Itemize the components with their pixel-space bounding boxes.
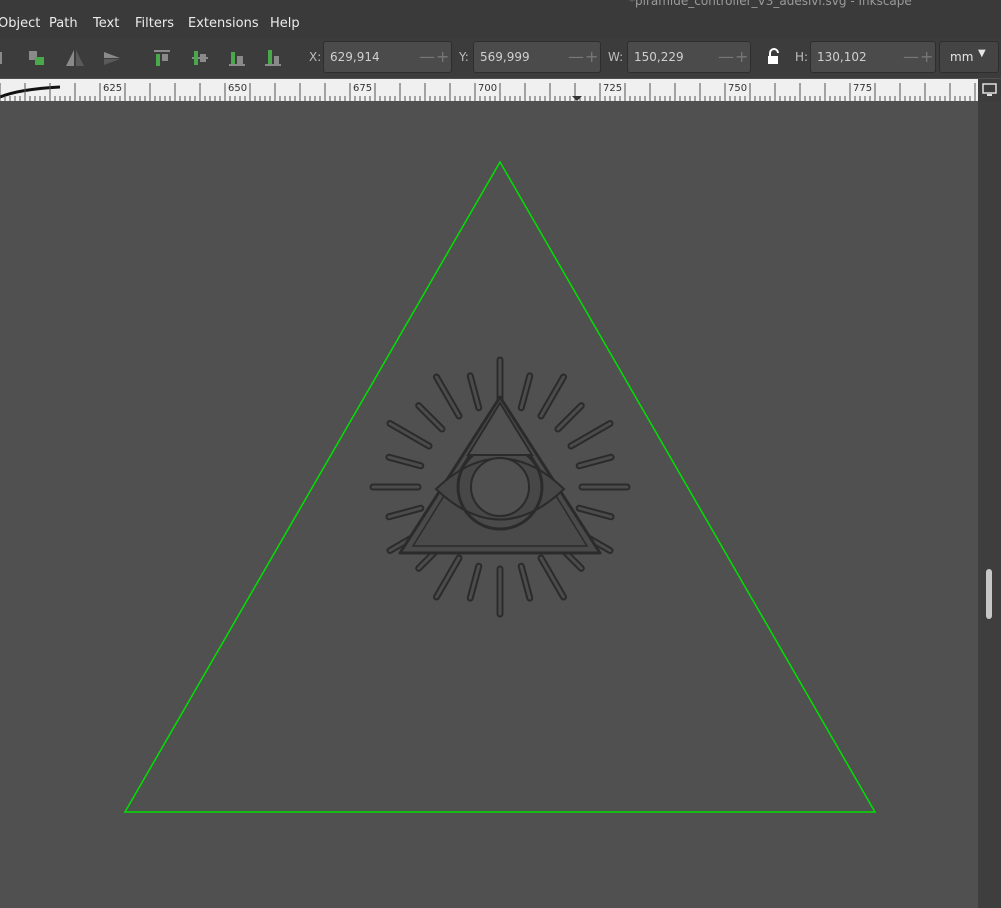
w-increment-icon[interactable]: + xyxy=(735,47,748,67)
w-label: W: xyxy=(608,50,624,64)
x-decrement-icon[interactable]: — xyxy=(419,47,435,67)
flip-vertical-icon[interactable] xyxy=(100,46,124,70)
artwork-ray xyxy=(539,556,565,599)
menu-bar: Object Path Text Filters Extensions Help xyxy=(0,12,1001,38)
ruler-label-650: 650 xyxy=(228,83,247,94)
title-bar: *piramide_controller_V3_adesivi.svg - In… xyxy=(0,0,1001,12)
align-top-icon[interactable] xyxy=(150,46,174,70)
artwork-ray xyxy=(388,422,431,448)
artwork-ray xyxy=(435,375,461,418)
w-decrement-icon[interactable]: — xyxy=(718,47,734,67)
tool-controls-bar: X: 629,914 — + Y: 569,999 — + W: 150,229… xyxy=(0,38,1001,78)
flip-horizontal-icon[interactable] xyxy=(63,46,87,70)
ruler-label-675: 675 xyxy=(353,83,372,94)
drawing-canvas[interactable] xyxy=(0,101,978,908)
unit-value: mm xyxy=(950,50,974,64)
menu-help[interactable]: Help xyxy=(270,16,300,31)
eye-of-providence-artwork[interactable] xyxy=(369,356,631,618)
menu-extensions[interactable]: Extensions xyxy=(188,16,259,31)
artwork-ray xyxy=(556,404,583,431)
x-label: X: xyxy=(309,50,322,64)
ruler-label-625: 625 xyxy=(103,83,122,94)
ruler-ticks: 625 650 675 700 725 750 775 xyxy=(0,83,976,101)
y-field[interactable]: 569,999 — + xyxy=(473,41,601,73)
y-value: 569,999 xyxy=(480,50,530,64)
h-label: H: xyxy=(795,50,809,64)
artwork-ray xyxy=(435,556,461,599)
align-baseline-icon[interactable] xyxy=(261,46,285,70)
chevron-down-icon: ▼ xyxy=(978,48,986,59)
artwork-ray xyxy=(569,422,612,448)
h-decrement-icon[interactable]: — xyxy=(903,47,919,67)
ruler-label-725: 725 xyxy=(603,83,622,94)
unit-select[interactable]: mm ▼ xyxy=(939,41,999,73)
h-field[interactable]: 130,102 — + xyxy=(810,41,936,73)
y-label: Y: xyxy=(459,50,469,64)
ruler-label-750: 750 xyxy=(728,83,747,94)
w-field[interactable]: 150,229 — + xyxy=(627,41,751,73)
x-increment-icon[interactable]: + xyxy=(436,47,449,67)
x-value: 629,914 xyxy=(330,50,380,64)
menu-text[interactable]: Text xyxy=(93,16,119,31)
h-increment-icon[interactable]: + xyxy=(920,47,933,67)
align-middle-icon[interactable] xyxy=(188,46,212,70)
raise-icon[interactable] xyxy=(0,46,16,70)
align-bottom-icon[interactable] xyxy=(225,46,249,70)
artwork-ray xyxy=(417,404,444,431)
artwork-ray xyxy=(539,375,565,418)
y-increment-icon[interactable]: + xyxy=(585,47,598,67)
window-title: *piramide_controller_V3_adesivi.svg - In… xyxy=(629,0,912,8)
h-value: 130,102 xyxy=(817,50,867,64)
menu-path[interactable]: Path xyxy=(49,16,78,31)
y-decrement-icon[interactable]: — xyxy=(568,47,584,67)
x-field[interactable]: 629,914 — + xyxy=(323,41,452,73)
canvas-drawing xyxy=(123,160,877,813)
vertical-scrollbar[interactable] xyxy=(978,101,1001,908)
lock-icon[interactable] xyxy=(765,48,783,66)
vertical-scrollbar-thumb[interactable] xyxy=(986,569,992,619)
lower-icon[interactable] xyxy=(26,46,50,70)
ruler-label-775: 775 xyxy=(853,83,872,94)
w-value: 150,229 xyxy=(634,50,684,64)
ruler-label-700: 700 xyxy=(478,83,497,94)
display-mode-button[interactable] xyxy=(978,79,1001,101)
monitor-icon xyxy=(982,83,997,96)
menu-filters[interactable]: Filters xyxy=(135,16,174,31)
menu-object[interactable]: Object xyxy=(0,16,40,31)
horizontal-ruler[interactable]: 625 650 675 700 725 750 775 xyxy=(0,79,978,102)
